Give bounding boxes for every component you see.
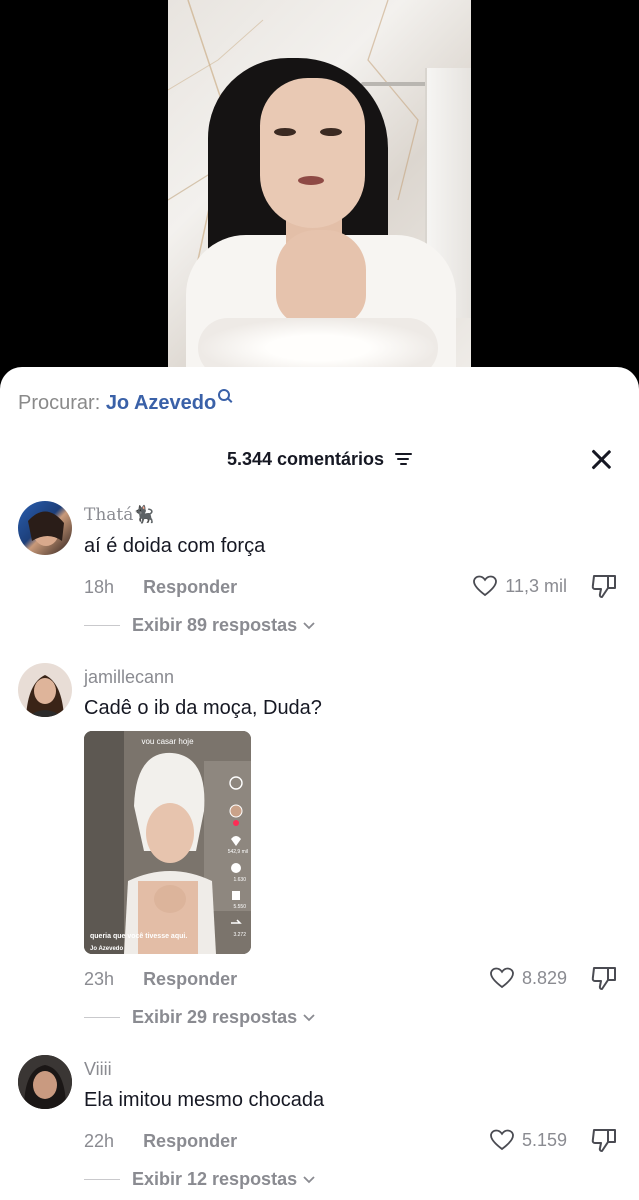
filter-icon[interactable] [395, 453, 413, 466]
heart-icon[interactable] [473, 575, 498, 597]
dislike-icon[interactable] [591, 1127, 617, 1153]
reply-button[interactable]: Responder [143, 577, 237, 597]
comments-header: 5.344 comentários [0, 449, 639, 470]
chevron-down-icon[interactable] [303, 1013, 315, 1022]
attachment-like-count: 542,9 mil [227, 849, 248, 855]
comment-username[interactable]: Thatá🐈‍⬛ [84, 505, 155, 525]
view-replies-label[interactable]: Exibir 12 respostas [132, 1169, 297, 1190]
comment-meta: 18h Responder [84, 577, 237, 598]
attachment-thumbnail [84, 731, 251, 954]
like-count: 8.829 [521, 967, 567, 988]
heart-icon[interactable] [490, 967, 514, 989]
comment-text: Cadê o ib da moça, Duda? [84, 697, 322, 719]
attachment-author: Jo Azevedo [90, 946, 124, 952]
replies-divider [84, 625, 120, 626]
comments-sheet: Procurar: Jo Azevedo 5.344 comentários T… [0, 367, 639, 1200]
replies-divider [84, 1179, 120, 1180]
comments-count: 5.344 comentários [226, 449, 385, 469]
like-count: 5.159 [521, 1129, 567, 1150]
cat-emoji-icon: 🐈‍⬛ [133, 505, 155, 525]
view-replies-label[interactable]: Exibir 29 respostas [132, 1007, 297, 1028]
comment-text: aí é doida com força [84, 535, 266, 557]
comment-meta: 22h Responder [84, 1131, 237, 1152]
like-count: 11,3 mil [505, 575, 567, 596]
search-query[interactable]: Jo Azevedo [106, 392, 216, 414]
avatar[interactable] [18, 663, 72, 717]
attachment-share-count: 3.272 [233, 932, 246, 938]
view-replies-button[interactable]: Exibir 89 respostas [84, 615, 315, 636]
comment-time: 18h [84, 577, 115, 597]
comment-time: 23h [84, 969, 115, 989]
mouth [298, 176, 324, 185]
search-icon[interactable] [218, 389, 231, 401]
towel-rail [361, 82, 431, 86]
video-player[interactable] [0, 0, 639, 400]
dislike-icon[interactable] [591, 965, 617, 991]
search-suggestion[interactable]: Procurar: Jo Azevedo [18, 389, 231, 415]
face [260, 78, 365, 228]
comment-username[interactable]: Viiii [84, 1059, 112, 1080]
view-replies-button[interactable]: Exibir 12 respostas [84, 1169, 315, 1190]
attachment-save-count: 5.550 [233, 904, 246, 910]
fur-trim [198, 318, 438, 372]
chevron-down-icon[interactable] [303, 621, 315, 630]
attachment-top-text: vou casar hoje [141, 737, 194, 746]
attachment-comment-count: 1.630 [233, 877, 246, 883]
reply-button[interactable]: Responder [143, 969, 237, 989]
close-icon[interactable] [589, 447, 613, 471]
avatar[interactable] [18, 501, 72, 555]
replies-divider [84, 1017, 120, 1018]
comment-meta: 23h Responder [84, 969, 237, 990]
eye [274, 128, 296, 136]
comment-video-attachment[interactable]: vou casar hoje queria que você tivesse a… [84, 731, 251, 954]
view-replies-button[interactable]: Exibir 29 respostas [84, 1007, 315, 1028]
reply-button[interactable]: Responder [143, 1131, 237, 1151]
like-button[interactable]: 8.829 [490, 967, 567, 989]
hands [276, 230, 366, 325]
eye [320, 128, 342, 136]
heart-icon[interactable] [490, 1129, 514, 1151]
video-frame[interactable] [168, 0, 471, 372]
like-button[interactable]: 11,3 mil [473, 575, 567, 597]
chevron-down-icon[interactable] [303, 1175, 315, 1184]
attachment-caption: queria que você tivesse aqui. [90, 933, 188, 940]
comment-text: Ela imitou mesmo chocada [84, 1089, 325, 1111]
dislike-icon[interactable] [591, 573, 617, 599]
comment-username[interactable]: jamillecann [84, 667, 174, 688]
view-replies-label[interactable]: Exibir 89 respostas [132, 615, 297, 636]
like-button[interactable]: 5.159 [490, 1129, 567, 1151]
comment-time: 22h [84, 1131, 115, 1151]
avatar[interactable] [18, 1055, 72, 1109]
search-label: Procurar: [18, 392, 101, 414]
